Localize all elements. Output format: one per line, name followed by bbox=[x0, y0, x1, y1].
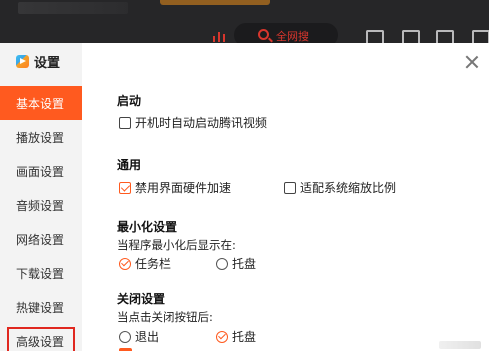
settings-sidebar: 设置 基本设置 播放设置 画面设置 音频设置 网络设置 下载设置 热键设置 高级… bbox=[0, 43, 82, 351]
option-autostart[interactable]: 开机时自动启动腾讯视频 bbox=[119, 114, 267, 131]
watermark bbox=[439, 341, 481, 349]
close-tray-label: 托盘 bbox=[232, 330, 257, 344]
option-close-tray[interactable]: 托盘 bbox=[216, 328, 256, 345]
dialog-title: 设置 bbox=[34, 56, 61, 71]
section-title-general: 通用 bbox=[117, 158, 142, 172]
close-exit-label: 退出 bbox=[135, 330, 160, 344]
close-tray-radio[interactable] bbox=[216, 330, 228, 343]
settings-nav: 基本设置 播放设置 画面设置 音频设置 网络设置 下载设置 热键设置 高级设置 bbox=[0, 86, 82, 351]
dialog-brand: 设置 bbox=[16, 52, 60, 71]
nav-item-advanced[interactable]: 高级设置 bbox=[0, 324, 82, 351]
option-disable-hw-accel[interactable]: 禁用界面硬件加速 bbox=[119, 179, 231, 196]
chart-icon[interactable] bbox=[212, 30, 226, 42]
section-title-minimize: 最小化设置 bbox=[117, 220, 178, 234]
nav-item-basic[interactable]: 基本设置 bbox=[0, 86, 82, 120]
section-title-startup: 启动 bbox=[117, 94, 142, 108]
minimize-tray-label: 托盘 bbox=[232, 257, 257, 271]
tencent-video-logo-icon bbox=[16, 55, 29, 68]
app-title-blur bbox=[18, 2, 128, 14]
nav-item-network[interactable]: 网络设置 bbox=[0, 222, 82, 256]
option-minimize-taskbar[interactable]: 任务栏 bbox=[119, 255, 171, 272]
nav-item-picture[interactable]: 画面设置 bbox=[0, 154, 82, 188]
app-top-bar: 全网搜 bbox=[0, 0, 489, 47]
nav-item-hotkey[interactable]: 热键设置 bbox=[0, 290, 82, 324]
option-system-scaling[interactable]: 适配系统缩放比例 bbox=[284, 179, 396, 196]
nav-item-download[interactable]: 下载设置 bbox=[0, 256, 82, 290]
settings-content: 启动 开机时自动启动腾讯视频 通用 禁用界面硬件加速 适配系统缩放比例 最小化设… bbox=[82, 43, 489, 351]
section-title-close: 关闭设置 bbox=[117, 292, 166, 306]
disable-hw-accel-label: 禁用界面硬件加速 bbox=[135, 181, 232, 195]
settings-dialog: 设置 基本设置 播放设置 画面设置 音频设置 网络设置 下载设置 热键设置 高级… bbox=[0, 43, 489, 351]
minimize-taskbar-radio[interactable] bbox=[119, 257, 131, 270]
nav-item-playback[interactable]: 播放设置 bbox=[0, 120, 82, 154]
system-scaling-checkbox[interactable] bbox=[284, 181, 296, 194]
autostart-checkbox[interactable] bbox=[119, 116, 131, 129]
promo-strip bbox=[160, 0, 270, 5]
close-exit-radio[interactable] bbox=[119, 330, 131, 343]
nav-item-audio[interactable]: 音频设置 bbox=[0, 188, 82, 222]
system-scaling-label: 适配系统缩放比例 bbox=[300, 181, 397, 195]
search-label: 全网搜 bbox=[276, 30, 309, 43]
option-close-exit[interactable]: 退出 bbox=[119, 328, 159, 345]
minimize-description: 当程序最小化后显示在: bbox=[117, 238, 236, 252]
autostart-label: 开机时自动启动腾讯视频 bbox=[135, 116, 268, 130]
close-description: 当点击关闭按钮后: bbox=[117, 310, 213, 324]
close-icon[interactable] bbox=[465, 55, 479, 69]
disable-hw-accel-checkbox[interactable] bbox=[119, 181, 131, 194]
option-minimize-tray[interactable]: 托盘 bbox=[216, 255, 256, 272]
minimize-tray-radio[interactable] bbox=[216, 257, 228, 270]
search-icon bbox=[258, 29, 269, 40]
minimize-taskbar-label: 任务栏 bbox=[135, 257, 172, 271]
